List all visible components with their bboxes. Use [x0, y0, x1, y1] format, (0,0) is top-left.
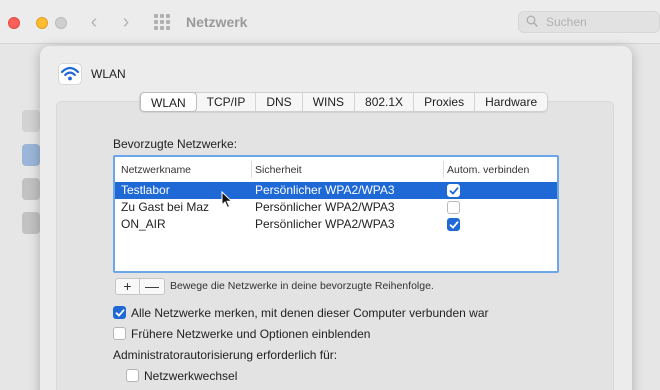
table-row[interactable]: ON_AIR Persönlicher WPA2/WPA3: [115, 216, 557, 233]
mouse-pointer-icon: [221, 191, 233, 209]
column-header-auto-join[interactable]: Autom. verbinden: [447, 164, 529, 176]
preferred-networks-label: Bevorzugte Netzwerke:: [113, 137, 238, 151]
tab-hardware[interactable]: Hardware: [475, 93, 547, 111]
zoom-window-button[interactable]: [55, 17, 67, 29]
sidebar-ethernet-icon[interactable]: [22, 212, 40, 234]
auto-join-checkbox[interactable]: [447, 201, 460, 214]
forward-chevron-icon[interactable]: ›: [116, 12, 136, 32]
tab-tcp-ip[interactable]: TCP/IP: [197, 93, 257, 111]
remember-networks-checkbox[interactable]: [113, 306, 126, 319]
auto-join-checkbox[interactable]: [447, 184, 460, 197]
table-row[interactable]: Testlabor Persönlicher WPA2/WPA3: [115, 182, 557, 199]
tab-proxies[interactable]: Proxies: [414, 93, 476, 111]
network-change-label[interactable]: Netzwerkwechsel: [144, 369, 237, 383]
remove-network-button[interactable]: —: [140, 279, 164, 294]
show-legacy-networks-checkbox[interactable]: [113, 327, 126, 340]
network-security: Persönlicher WPA2/WPA3: [255, 200, 395, 214]
back-chevron-icon[interactable]: ‹: [84, 12, 104, 32]
column-divider: [443, 161, 444, 178]
preferred-networks-table[interactable]: Netzwerkname Sicherheit Autom. verbinden…: [113, 155, 559, 273]
sidebar-wifi-icon[interactable]: [22, 110, 40, 132]
network-name: Testlabor: [121, 183, 170, 197]
sheet-title: WLAN: [91, 67, 126, 81]
tab-8021x[interactable]: 802.1X: [355, 93, 415, 111]
search-input[interactable]: [518, 11, 660, 33]
column-header-name[interactable]: Netzwerkname: [121, 164, 191, 176]
network-name: Zu Gast bei Maz: [121, 200, 210, 214]
sidebar-ethernet-icon[interactable]: [22, 178, 40, 200]
show-legacy-networks-label[interactable]: Frühere Netzwerke und Optionen einblende…: [131, 327, 370, 341]
window-title: Netzwerk: [186, 14, 248, 30]
add-remove-control: + —: [115, 278, 165, 295]
tab-wins[interactable]: WINS: [303, 93, 356, 111]
search-placeholder: Suchen: [546, 15, 587, 29]
search-icon: [526, 15, 538, 27]
remember-networks-label[interactable]: Alle Netzwerke merken, mit denen dieser …: [131, 306, 489, 320]
table-header: Netzwerkname Sicherheit Autom. verbinden: [115, 157, 557, 183]
wifi-icon: [58, 63, 82, 85]
tab-bar: WLAN TCP/IP DNS WINS 802.1X Proxies Hard…: [139, 92, 549, 112]
reorder-hint: Bewege die Netzwerke in deine bevorzugte…: [170, 280, 434, 292]
close-window-button[interactable]: [8, 17, 20, 29]
network-security: Persönlicher WPA2/WPA3: [255, 183, 395, 197]
admin-authorization-label: Administratorautorisierung erforderlich …: [113, 348, 338, 362]
auto-join-checkbox[interactable]: [447, 218, 460, 231]
show-all-grid-icon[interactable]: [154, 14, 170, 30]
minimize-window-button[interactable]: [36, 17, 48, 29]
network-name: ON_AIR: [121, 217, 166, 231]
sidebar-bluetooth-icon[interactable]: [22, 144, 40, 166]
tab-dns[interactable]: DNS: [256, 93, 303, 111]
network-change-checkbox[interactable]: [126, 369, 139, 382]
column-header-security[interactable]: Sicherheit: [255, 164, 302, 176]
add-network-button[interactable]: +: [116, 279, 140, 294]
column-divider: [251, 161, 252, 178]
table-row[interactable]: Zu Gast bei Maz Persönlicher WPA2/WPA3: [115, 199, 557, 216]
network-security: Persönlicher WPA2/WPA3: [255, 217, 395, 231]
tab-wlan[interactable]: WLAN: [140, 92, 197, 112]
